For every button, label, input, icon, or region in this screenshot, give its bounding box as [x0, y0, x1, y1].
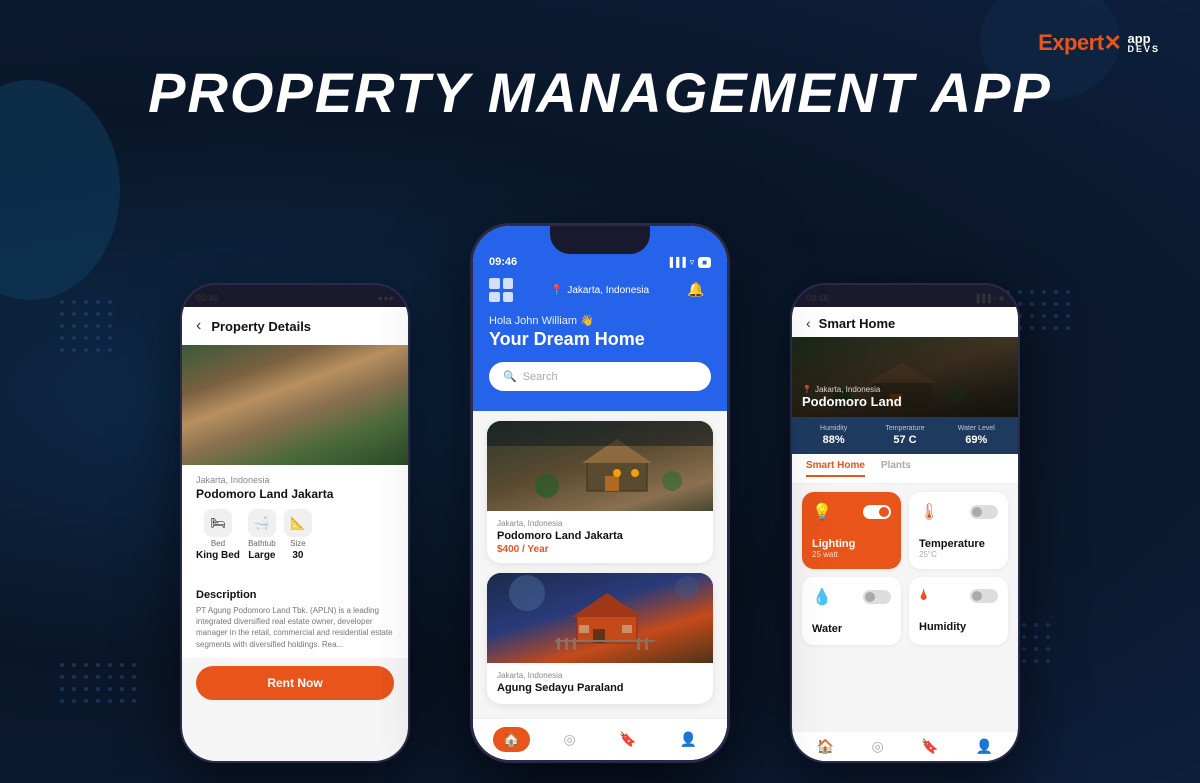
bookmark-icon: 🔖 [619, 731, 636, 748]
dot-pattern-bottom-left [60, 663, 136, 703]
banner-property-name: Podomoro Land [802, 394, 902, 409]
tab-smart-home[interactable]: Smart Home [806, 460, 865, 477]
phone-notch [550, 226, 650, 254]
right-nav-saved[interactable]: 🔖 [921, 738, 938, 755]
phone-right: 09:46 ▐▐▐ ▿ ■ ‹ Smart Home [790, 283, 1020, 763]
smart-home-header: ‹ Smart Home [792, 307, 1018, 337]
water-name: Water [812, 623, 891, 635]
notification-icon[interactable]: 🔔 [687, 281, 711, 299]
lighting-icon: 💡 [812, 502, 832, 522]
location-badge: 📍 Jakarta, Indonesia [551, 285, 649, 296]
left-status-bar: 09:46 ●●● [182, 285, 408, 307]
control-lighting[interactable]: 💡 Lighting 25 watt [802, 492, 901, 569]
property-card-2-info: Jakarta, Indonesia Agung Sedayu Paraland [487, 663, 713, 704]
back-arrow-icon[interactable]: ‹ [196, 317, 201, 335]
logo-text: Expert✕ [1038, 30, 1121, 56]
lighting-name: Lighting [812, 538, 891, 550]
tabs-row: Smart Home Plants [792, 454, 1018, 484]
banner-text: 📍 Jakarta, Indonesia Podomoro Land [802, 385, 902, 409]
left-header: ‹ Property Details [182, 307, 408, 345]
property-card-2[interactable]: Jakarta, Indonesia Agung Sedayu Paraland [487, 573, 713, 704]
right-screen: ‹ Smart Home [792, 307, 1018, 763]
dream-home-title: Your Dream Home [489, 329, 711, 350]
right-nav-profile[interactable]: 👤 [976, 738, 993, 755]
water-icon: 💧 [812, 587, 832, 607]
search-bar[interactable]: 🔍 Search [489, 362, 711, 391]
search-nav-icon: ◎ [563, 731, 575, 748]
control-water[interactable]: 💧 Water [802, 577, 901, 645]
phone-left: 09:46 ●●● ‹ Property Details [180, 283, 410, 763]
profile-icon: 👤 [680, 731, 697, 748]
center-content: Jakarta, Indonesia Podomoro Land Jakarta… [473, 411, 727, 745]
description-text: PT Agung Podomoro Land Tbk. (APLN) is a … [196, 605, 394, 650]
home-icon: 🏠 [503, 731, 520, 748]
nav-search[interactable]: ◎ [553, 727, 585, 752]
stat-water-level: Water Level 69% [945, 425, 1008, 446]
temperature-sub: 25°C [919, 550, 998, 559]
dot-pattern-left [60, 300, 112, 352]
description-title: Description [196, 589, 394, 601]
amenity-bed: 🛏 Bed King Bed [196, 509, 240, 561]
humidity-name: Humidity [919, 621, 998, 633]
temperature-icon: 🌡 [919, 502, 939, 522]
smart-controls-grid: 💡 Lighting 25 watt 🌡 Temperature 25°C [792, 484, 1018, 653]
tab-plants[interactable]: Plants [881, 460, 911, 477]
center-status-bar: 09:46 ▐▐▐ ▿ ■ [489, 256, 711, 268]
property-card-1-image [487, 421, 713, 511]
right-status-bar: 09:46 ▐▐▐ ▿ ■ [792, 285, 1018, 307]
stat-temperature: Temperature 57 C [873, 425, 936, 446]
phone-center: 09:46 ▐▐▐ ▿ ■ 📍 Jakarta, Indonesia [470, 223, 730, 763]
temperature-toggle[interactable] [970, 505, 998, 519]
center-top-row: 📍 Jakarta, Indonesia 🔔 [489, 278, 711, 302]
left-screen: ‹ Property Details [182, 307, 408, 763]
banner-location: 📍 Jakarta, Indonesia [802, 385, 902, 394]
right-back-arrow[interactable]: ‹ [806, 315, 811, 331]
left-property-info: Jakarta, Indonesia Podomoro Land Jakarta… [182, 465, 408, 581]
center-screen: 09:46 ▐▐▐ ▿ ■ 📍 Jakarta, Indonesia [473, 226, 727, 760]
property-card-1-info: Jakarta, Indonesia Podomoro Land Jakarta… [487, 511, 713, 563]
center-time: 09:46 [489, 256, 517, 268]
water-toggle[interactable] [863, 590, 891, 604]
left-property-image [182, 345, 408, 465]
control-temperature[interactable]: 🌡 Temperature 25°C [909, 492, 1008, 569]
right-nav-home[interactable]: 🏠 [817, 738, 834, 755]
nav-home[interactable]: 🏠 [493, 727, 530, 752]
bottom-nav: 🏠 ◎ 🔖 👤 [473, 718, 727, 760]
right-bottom-nav: 🏠 ◎ 🔖 👤 [792, 732, 1018, 761]
phones-showcase: 09:46 ●●● ‹ Property Details [150, 153, 1050, 783]
right-nav-search[interactable]: ◎ [871, 738, 883, 755]
left-location: Jakarta, Indonesia [196, 475, 394, 485]
smart-home-title: Smart Home [819, 316, 896, 331]
search-icon: 🔍 [503, 370, 517, 383]
nav-saved[interactable]: 🔖 [609, 727, 646, 752]
nav-profile[interactable]: 👤 [670, 727, 707, 752]
page-title: PROPERTY MANAGEMENT APP [0, 60, 1200, 125]
amenity-size: 📐 Size 30 [284, 509, 312, 561]
logo: Expert✕ app DEVS [1038, 30, 1160, 56]
logo-app-text: app DEVS [1127, 32, 1160, 54]
description-section: Description PT Agung Podomoro Land Tbk. … [182, 581, 408, 658]
left-property-name: Podomoro Land Jakarta [196, 487, 394, 501]
amenities-list: 🛏 Bed King Bed 🛁 Bathtub Large 📐 Size 30 [196, 509, 394, 561]
menu-icon[interactable] [489, 278, 513, 302]
amenity-bath: 🛁 Bathtub Large [248, 509, 276, 561]
temperature-name: Temperature [919, 538, 998, 550]
search-placeholder: Search [523, 371, 558, 383]
stat-humidity: Humidity 88% [802, 425, 865, 446]
lighting-toggle[interactable] [863, 505, 891, 519]
lighting-sub: 25 watt [812, 550, 891, 559]
property-card-1[interactable]: Jakarta, Indonesia Podomoro Land Jakarta… [487, 421, 713, 563]
property-banner: 📍 Jakarta, Indonesia Podomoro Land [792, 337, 1018, 417]
property-card-2-image [487, 573, 713, 663]
center-status-icons: ▐▐▐ ▿ ■ [666, 257, 711, 268]
stats-row: Humidity 88% Temperature 57 C Water Leve… [792, 417, 1018, 454]
control-humidity[interactable]: 🌢 Humidity [909, 577, 1008, 645]
humidity-icon: 🌢 [919, 587, 929, 605]
rent-now-button[interactable]: Rent Now [196, 666, 394, 700]
left-screen-title: Property Details [211, 319, 311, 334]
humidity-toggle[interactable] [970, 589, 998, 603]
greeting-text: Hola John William 👋 [489, 314, 711, 327]
